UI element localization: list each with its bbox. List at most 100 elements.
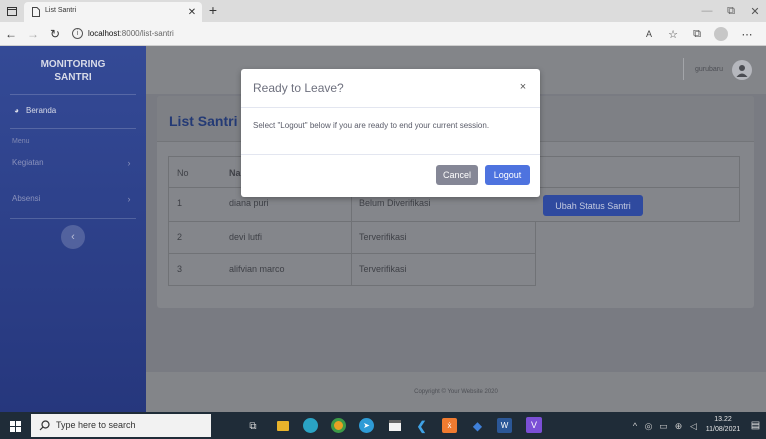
brand-line-1: MONITORING: [40, 59, 106, 70]
clock-time: 13.22: [714, 416, 732, 423]
sidebar-item-label: Kegiatan: [12, 158, 44, 167]
cell-no: 3: [177, 264, 183, 274]
notification-icon[interactable]: ▤: [749, 419, 762, 432]
modal-divider: [241, 107, 540, 108]
file-explorer-icon[interactable]: [276, 419, 290, 433]
address-field[interactable]: i localhost:8000/list-santri: [66, 24, 646, 44]
table-header-no: No: [177, 168, 189, 178]
clock[interactable]: 13.22 11/08/2021: [700, 415, 746, 436]
info-icon[interactable]: i: [72, 28, 83, 39]
avatar[interactable]: [732, 60, 752, 80]
sidebar-toggle-button[interactable]: ‹: [61, 225, 85, 249]
telegram-icon[interactable]: ➤: [359, 418, 374, 433]
battery-icon[interactable]: ▭: [658, 420, 669, 432]
cell-name: alifvian marco: [229, 264, 285, 274]
sidebar-item-kegiatan[interactable]: Kegiatan ›: [12, 156, 136, 170]
logout-button[interactable]: Logout: [485, 165, 530, 185]
sidebar-divider: [10, 128, 136, 129]
change-status-button[interactable]: Ubah Status Santri: [543, 195, 643, 216]
logout-label: Logout: [493, 170, 522, 180]
git-icon[interactable]: ◆: [470, 418, 485, 433]
close-tab-icon[interactable]: ✕: [186, 6, 198, 18]
page-icon: [31, 6, 41, 18]
new-tab-icon[interactable]: +: [206, 2, 220, 18]
cell-name: devi lutfi: [229, 232, 263, 242]
user-name[interactable]: gurubaru: [695, 66, 723, 73]
refresh-icon[interactable]: ↻: [48, 27, 62, 41]
language-icon[interactable]: ⊕: [673, 420, 684, 432]
modal-body: Select "Logout" below if you are ready t…: [253, 121, 490, 130]
chevron-right-icon: ›: [127, 158, 131, 168]
sidebar-divider: [10, 218, 136, 219]
cell-name: diana puri: [229, 198, 269, 208]
sidebar-item-beranda[interactable]: ◕ Beranda: [12, 104, 136, 118]
vscode-icon[interactable]: ❮: [414, 418, 429, 433]
restore-icon[interactable]: ⧉: [724, 4, 738, 18]
browser-tab[interactable]: List Santri ✕: [24, 2, 202, 22]
tab-title: List Santri: [45, 7, 77, 14]
chevron-right-icon: ›: [127, 194, 131, 204]
back-arrow-icon[interactable]: ←: [4, 27, 18, 41]
change-status-label: Ubah Status Santri: [555, 200, 631, 211]
visual-studio-icon[interactable]: V: [526, 417, 542, 433]
favorite-icon[interactable]: ☆: [666, 27, 680, 41]
table-row: 2 devi lutfi Terverifikasi: [168, 222, 536, 254]
cell-divider: [351, 222, 352, 253]
logout-modal: Ready to Leave? × Select "Logout" below …: [241, 69, 540, 197]
clock-date: 11/08/2021: [705, 426, 741, 433]
sidebar-item-label: Absensi: [12, 194, 41, 203]
store-icon[interactable]: [387, 418, 402, 433]
cell-status: Belum Diverifikasi: [359, 198, 431, 208]
xampp-icon[interactable]: ẋ: [442, 418, 457, 433]
table-header-name: Na: [229, 168, 241, 178]
table-row: 3 alifvian marco Terverifikasi: [168, 254, 536, 286]
brand-line-2: SANTRI: [54, 72, 92, 83]
tray-chevron-icon[interactable]: ^: [630, 420, 640, 432]
cell-no: 2: [177, 232, 183, 242]
search-placeholder: Type here to search: [56, 420, 136, 430]
task-view-icon[interactable]: ⧉: [246, 419, 260, 433]
close-window-icon[interactable]: ✕: [748, 4, 762, 18]
taskbar-search[interactable]: Type here to search: [31, 414, 211, 437]
sidebar-item-absensi[interactable]: Absensi ›: [12, 192, 136, 206]
sidebar: MONITORING SANTRI ◕ Beranda Menu Kegiata…: [0, 46, 146, 412]
browser-tab-bar: List Santri ✕ + — ⧉ ✕: [0, 0, 766, 22]
search-icon: [38, 419, 50, 431]
cancel-button[interactable]: Cancel: [436, 165, 478, 185]
cell-status: Terverifikasi: [359, 232, 407, 242]
minimize-icon[interactable]: —: [700, 4, 714, 18]
windows-start-icon[interactable]: [8, 419, 22, 433]
sidebar-heading: Menu: [12, 138, 30, 145]
edge-icon[interactable]: [303, 418, 318, 433]
taskbar: Type here to search ⧉ ➤ ❮ ẋ ◆ W V ^ ◎ ▭ …: [0, 412, 766, 439]
window-menu-icon[interactable]: [6, 5, 18, 17]
chrome-icon[interactable]: [331, 418, 346, 433]
address-toolbar: ← → ↻ i localhost:8000/list-santri A ☆ ⧉…: [0, 22, 766, 46]
sidebar-brand[interactable]: MONITORING SANTRI: [0, 58, 146, 84]
volume-icon[interactable]: ◁: [688, 420, 699, 432]
page-viewport: MONITORING SANTRI ◕ Beranda Menu Kegiata…: [0, 46, 766, 412]
reader-icon[interactable]: A: [642, 27, 656, 41]
forward-arrow-icon[interactable]: →: [26, 27, 40, 41]
cancel-label: Cancel: [442, 170, 471, 180]
copyright-text: Copyright © Your Website 2020: [414, 389, 498, 395]
sidebar-item-label: Beranda: [26, 106, 57, 115]
close-icon[interactable]: ×: [517, 81, 529, 93]
modal-title: Ready to Leave?: [253, 81, 344, 95]
topbar-divider: [683, 58, 684, 80]
modal-divider: [241, 154, 540, 155]
cell-status: Terverifikasi: [359, 264, 407, 274]
profile-icon[interactable]: [714, 27, 728, 41]
dashboard-icon: ◕: [14, 106, 19, 115]
sidebar-divider: [10, 94, 136, 95]
network-icon[interactable]: ◎: [643, 420, 654, 432]
footer: Copyright © Your Website 2020: [146, 372, 766, 412]
address-host: localhost: [88, 29, 120, 38]
cell-no: 1: [177, 198, 183, 208]
page-title: List Santri: [169, 113, 238, 129]
address-path: :8000/list-santri: [119, 29, 174, 38]
word-icon[interactable]: W: [497, 418, 512, 433]
collections-icon[interactable]: ⧉: [690, 27, 704, 41]
cell-divider: [351, 254, 352, 285]
more-icon[interactable]: ⋯: [740, 27, 754, 41]
